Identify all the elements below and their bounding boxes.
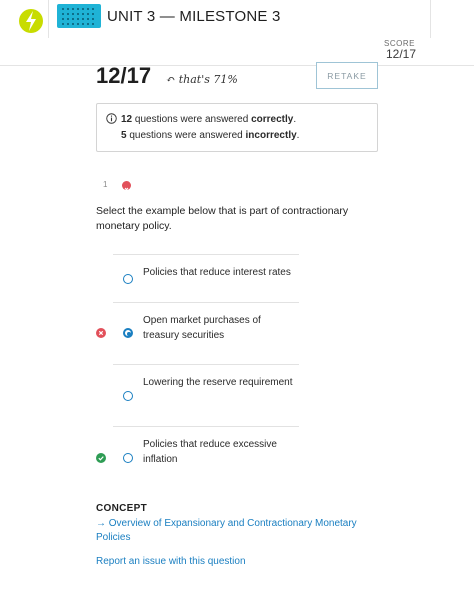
header-divider: [48, 0, 49, 38]
concept-label: CONCEPT: [96, 503, 147, 514]
concept-link[interactable]: → Overview of Expansionary and Contracti…: [96, 517, 376, 545]
incorrect-status-dot: [122, 181, 131, 192]
option-radio-1[interactable]: [123, 274, 133, 284]
option-label-2: Open market purchases of treasury securi…: [143, 315, 261, 341]
unit-icon: [57, 4, 101, 28]
option-radio-3[interactable]: [123, 391, 133, 401]
unit-title: UNIT 3 — MILESTONE 3: [107, 8, 281, 25]
option-divider: [113, 426, 299, 427]
option-divider: [113, 364, 299, 365]
option-divider: [113, 254, 299, 255]
option-radio-2[interactable]: [123, 328, 133, 338]
correct-check-icon: [96, 453, 106, 463]
incorrect-x-icon: [96, 328, 106, 338]
correct-summary: 12 questions were answered correctly.: [121, 114, 297, 125]
results-summary-box: 12 questions were answered correctly. 5 …: [96, 103, 378, 152]
option-label-3: Lowering the reserve requirement: [143, 377, 293, 388]
option-label-1: Policies that reduce interest rates: [143, 267, 291, 278]
percent-note: ↶ that's 71%: [166, 73, 238, 86]
question-number[interactable]: 1: [103, 180, 107, 189]
info-icon: [106, 113, 117, 124]
question-text: Select the example below that is part of…: [96, 205, 349, 232]
incorrect-summary: 5 questions were answered incorrectly.: [121, 130, 300, 141]
option-label-4: Policies that reduce excessive inflation: [143, 439, 277, 465]
score-value: 12/17: [385, 47, 416, 61]
report-issue-link[interactable]: Report an issue with this question: [96, 556, 246, 567]
option-radio-4[interactable]: [123, 453, 133, 463]
retake-button[interactable]: RETAKE: [316, 62, 378, 89]
option-divider: [113, 302, 299, 303]
result-score: 12/17: [96, 63, 152, 88]
header-divider-right: [430, 0, 431, 38]
top-header: UNIT 3 — MILESTONE 3 SCORE 12/17: [0, 0, 474, 66]
sophia-logo-icon[interactable]: [14, 4, 48, 38]
